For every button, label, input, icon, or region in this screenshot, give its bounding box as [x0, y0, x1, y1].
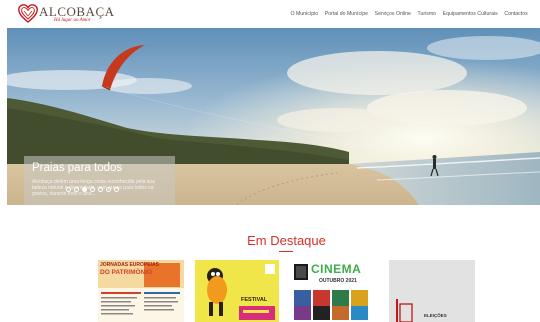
nav-item-turismo[interactable]: Turismo [414, 9, 439, 19]
eleicoes-title: ELEIÇÕES [424, 313, 447, 318]
slide-title: Praias para todos [32, 162, 123, 174]
hero-slider[interactable]: Praias para todos Alcobaça detém uma lon… [7, 28, 540, 205]
slider-dot[interactable] [106, 187, 111, 192]
jornadas-line2: DO PATRIMÓNIO [100, 269, 153, 276]
slider-dot[interactable] [66, 187, 71, 192]
heart-logo-icon [18, 4, 38, 23]
featured-title: Em Destaque [247, 233, 326, 248]
featured-card-cinema[interactable]: CINEMA OUTUBRO 2021 [292, 260, 376, 322]
nav-item-portal[interactable]: Portal do Munícipe [321, 9, 371, 19]
cinema-title: CINEMA [311, 262, 362, 276]
page: ALCOBAÇA Há lugar ao Amor O Município Po… [0, 0, 540, 322]
festival-title: FESTIVAL [241, 297, 268, 303]
logo[interactable]: ALCOBAÇA Há lugar ao Amor [18, 3, 114, 25]
logo-tagline: Há lugar ao Amor [54, 18, 91, 23]
featured-title-underline [279, 251, 293, 252]
slider-dot[interactable] [98, 187, 103, 192]
jornadas-line1: JORNADAS EUROPEIAS [100, 262, 159, 268]
featured-card-jornadas[interactable]: JORNADAS EUROPEIAS DO PATRIMÓNIO [98, 260, 184, 322]
site-header: ALCOBAÇA Há lugar ao Amor O Município Po… [0, 0, 540, 28]
featured-card-festival[interactable]: FESTIVAL [195, 260, 279, 322]
featured-card-eleicoes[interactable]: ELEIÇÕES [389, 260, 475, 322]
slider-dot[interactable] [74, 187, 79, 192]
festival-poster-image [195, 260, 279, 322]
nav-item-equipamentos[interactable]: Equipamentos Culturais [439, 9, 501, 19]
nav-item-servicos[interactable]: Serviços Online [371, 9, 414, 19]
slider-dot-active[interactable] [82, 187, 87, 192]
nav-item-contactos[interactable]: Contactos [501, 9, 531, 19]
nav-item-municipio[interactable]: O Município [287, 9, 321, 19]
logo-name: ALCOBAÇA [39, 4, 115, 19]
slide-caption: Praias para todos Alcobaça detém uma lon… [24, 156, 175, 205]
cinema-subtitle: OUTUBRO 2021 [319, 278, 357, 284]
main-nav: O Município Portal do Munícipe Serviços … [287, 9, 531, 19]
slider-dots [66, 187, 119, 193]
slider-dot[interactable] [114, 187, 119, 192]
slider-dot[interactable] [90, 187, 95, 192]
